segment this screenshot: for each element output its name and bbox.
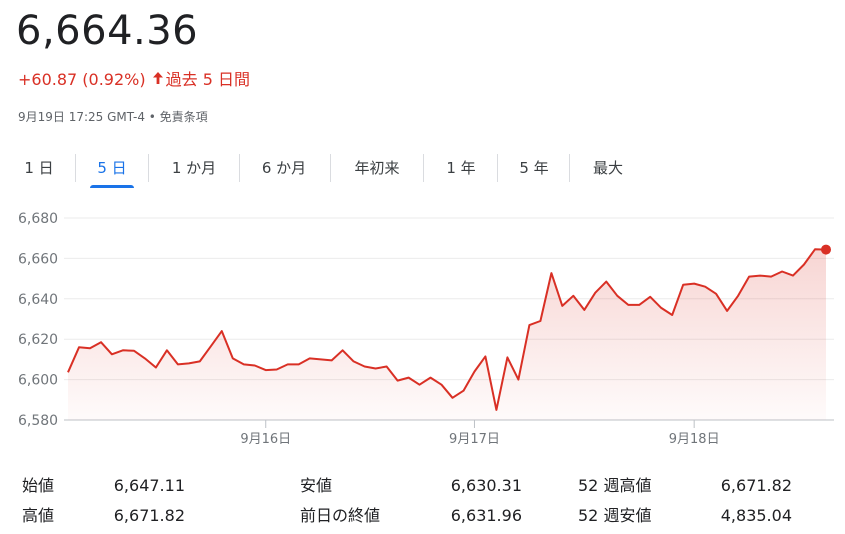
x-axis-ticks: 9月16日9月17日9月18日9月19日 xyxy=(240,420,720,447)
tab-ytd[interactable]: 年初来 xyxy=(340,150,414,186)
y-tick-label: 6,580 xyxy=(18,413,58,429)
tab-max[interactable]: 最大 xyxy=(580,150,636,186)
y-tick-label: 6,660 xyxy=(18,251,58,267)
arrow-up-icon xyxy=(152,68,164,92)
tab-1-month[interactable]: 1 か月 xyxy=(158,150,230,186)
x-tick-label: 9月18日 xyxy=(669,432,720,447)
tab-divider xyxy=(497,154,498,182)
last-price-marker xyxy=(821,244,831,255)
active-tab-indicator xyxy=(90,185,134,188)
stat-label-open: 始値 xyxy=(22,476,55,495)
y-tick-label: 6,640 xyxy=(18,292,58,308)
timestamp-disclaimer: 9月19日 17:25 GMT-4 • 免責条項 xyxy=(18,110,208,124)
x-tick-label: 9月17日 xyxy=(449,432,500,447)
price-change: +60.87 (0.92%) 過去 5 日間 xyxy=(18,68,250,92)
tab-6-month[interactable]: 6 か月 xyxy=(248,150,320,186)
stat-label-high: 高値 xyxy=(22,506,55,525)
price-chart[interactable]: 9月16日9月17日9月18日9月19日 6,6806,6606,6406,62… xyxy=(0,200,845,455)
range-tabs: 1 日 5 日 1 か月 6 か月 年初来 1 年 5 年 最大 xyxy=(0,150,650,188)
price-area-fill xyxy=(68,249,826,420)
stat-label-prev-close: 前日の終値 xyxy=(300,506,381,525)
stat-value-low: 6,630.31 xyxy=(450,476,522,495)
tab-1-day[interactable]: 1 日 xyxy=(10,150,68,186)
stat-label-low: 安値 xyxy=(300,476,333,495)
tab-divider xyxy=(569,154,570,182)
tab-divider xyxy=(330,154,331,182)
tab-divider xyxy=(423,154,424,182)
y-axis-labels: 6,680 6,660 6,640 6,620 6,600 6,580 xyxy=(18,211,58,429)
stat-value-open: 6,647.11 xyxy=(113,476,185,495)
y-tick-label: 6,680 xyxy=(18,211,58,227)
price-value: 6,664.36 xyxy=(16,8,199,54)
stat-value-prev-close: 6,631.96 xyxy=(450,506,522,525)
x-tick-label: 9月16日 xyxy=(240,432,291,447)
tab-5-day[interactable]: 5 日 xyxy=(90,150,134,188)
y-tick-label: 6,620 xyxy=(18,332,58,348)
tab-divider xyxy=(148,154,149,182)
y-tick-label: 6,600 xyxy=(18,373,58,389)
tab-divider xyxy=(75,154,76,182)
tab-divider xyxy=(239,154,240,182)
stat-value-high: 6,671.82 xyxy=(113,506,185,525)
change-amount: +60.87 (0.92%) xyxy=(18,70,146,89)
change-period: 過去 5 日間 xyxy=(165,70,250,89)
stat-value-52w-low: 4,835.04 xyxy=(720,506,792,525)
tab-5-year[interactable]: 5 年 xyxy=(506,150,562,186)
tab-1-year[interactable]: 1 年 xyxy=(432,150,490,186)
stat-label-52w-low: 52 週安値 xyxy=(578,506,652,525)
tab-5-day-label: 5 日 xyxy=(97,159,127,177)
stat-label-52w-high: 52 週高値 xyxy=(578,476,652,495)
stat-value-52w-high: 6,671.82 xyxy=(720,476,792,495)
